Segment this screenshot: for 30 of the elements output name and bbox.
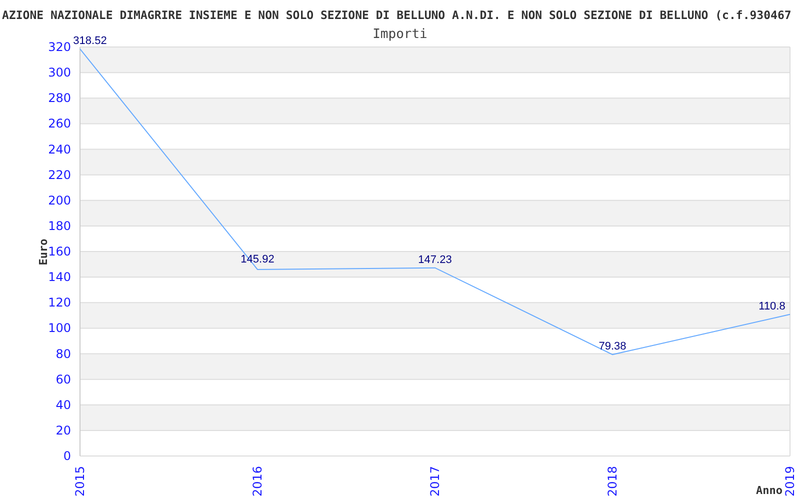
x-tick-label: 2018: [606, 466, 620, 497]
chart-title: Importi: [372, 27, 428, 42]
y-tick-label: 320: [48, 40, 71, 54]
y-tick-label: 300: [48, 66, 71, 80]
data-label: 110.8: [758, 300, 786, 312]
y-tick-label: 40: [56, 398, 71, 412]
y-tick-label: 180: [48, 218, 71, 233]
y-tick-label: 20: [56, 423, 71, 438]
y-tick-label: 60: [56, 372, 71, 386]
y-tick-label: 120: [48, 296, 71, 310]
y-tick-label: 220: [48, 168, 71, 182]
y-tick-label: 200: [48, 193, 71, 208]
y-tick-label: 100: [48, 321, 71, 336]
y-axis-label: Euro: [37, 238, 50, 266]
x-tick-label: 2015: [73, 466, 87, 497]
x-tick-label: 2016: [250, 466, 264, 497]
y-tick-label: 240: [48, 142, 71, 156]
page-title: AZIONE NAZIONALE DIMAGRIRE INSIEME E NON SOLO SEZIONE DI BELLUNO A.N.DI. E NON SOLO SEZIONE DI BELLUNO (c.f.930467: [2, 8, 792, 22]
y-tick-label: 80: [56, 346, 71, 361]
data-label: 318.52: [73, 34, 107, 47]
y-tick-label: 160: [48, 244, 71, 258]
data-label: 147.23: [418, 254, 452, 266]
y-tick-label: 260: [48, 116, 71, 131]
y-tick-label: 280: [48, 91, 71, 106]
x-axis-label: Anno: [756, 484, 782, 497]
x-tick-label: 2019: [783, 466, 797, 497]
y-tick-label: 0: [63, 449, 71, 463]
y-tick-label: 140: [48, 270, 71, 284]
data-label: 79.38: [598, 340, 626, 353]
x-tick-label: 2017: [428, 466, 442, 497]
